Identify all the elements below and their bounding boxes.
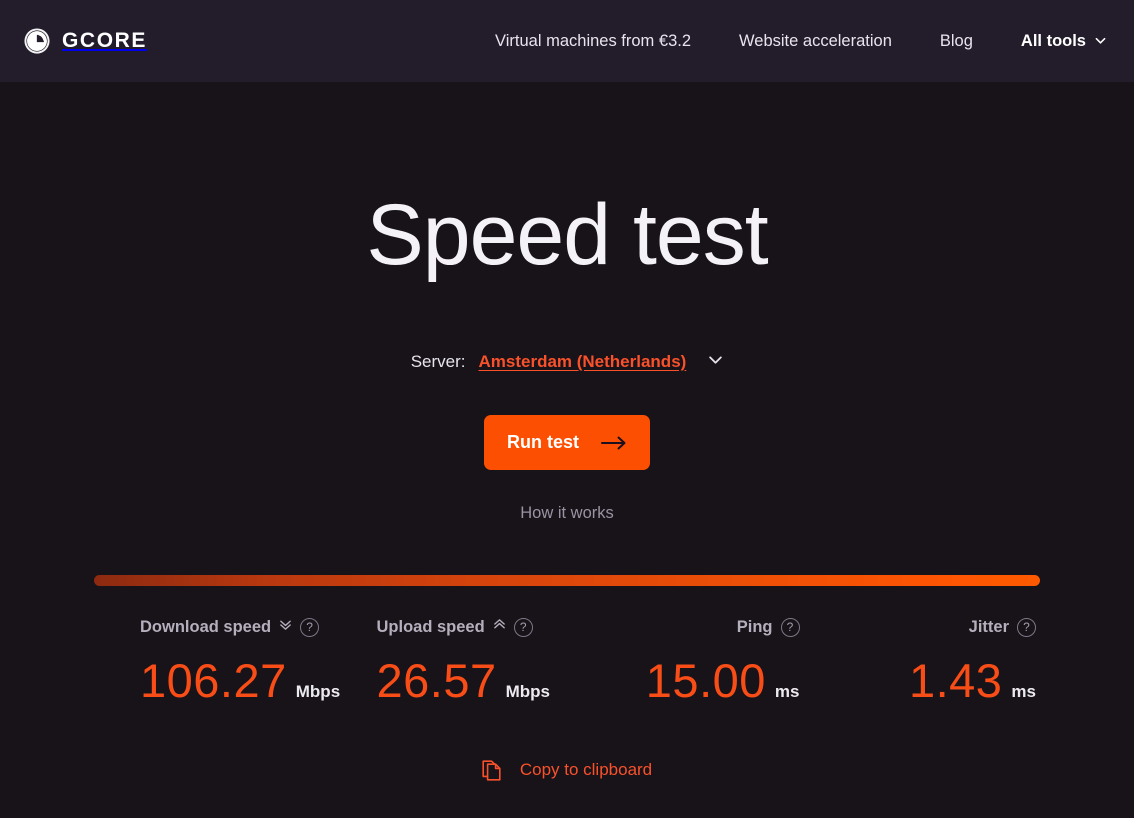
metric-download-label: Download speed bbox=[140, 617, 272, 636]
server-selector-row: Server: Amsterdam (Netherlands) bbox=[0, 352, 1134, 372]
results-section: Download speed ? 106.27 Mbps Upload spee… bbox=[0, 575, 1134, 782]
metric-ping-value: 15.00 bbox=[645, 654, 766, 707]
copy-document-icon bbox=[482, 758, 504, 782]
metric-jitter-value-row: 1.43 ms bbox=[804, 657, 1041, 704]
how-it-works-link[interactable]: How it works bbox=[520, 504, 614, 523]
metric-upload: Upload speed ? 26.57 Mbps bbox=[331, 616, 568, 704]
metric-download-value: 106.27 bbox=[140, 654, 287, 707]
logo-wordmark: GCORE bbox=[62, 29, 148, 52]
metric-jitter-unit: ms bbox=[1011, 682, 1036, 701]
main-nav: Virtual machines from €3.2 Website accel… bbox=[495, 30, 1106, 52]
gcore-circle-g-logo-icon bbox=[22, 26, 52, 56]
hero-section: Speed test Server: Amsterdam (Netherland… bbox=[0, 82, 1134, 523]
metric-jitter-header: Jitter ? bbox=[804, 616, 1041, 638]
gcore-logo[interactable]: GCORE bbox=[22, 24, 147, 58]
metric-download-help-icon[interactable]: ? bbox=[300, 617, 320, 637]
metric-ping-header: Ping ? bbox=[567, 616, 804, 638]
all-tools-menu[interactable]: All tools bbox=[997, 32, 1106, 51]
run-test-button[interactable]: Run test bbox=[484, 415, 650, 470]
metric-ping-unit: ms bbox=[774, 682, 800, 701]
metric-ping-help-icon[interactable]: ? bbox=[780, 617, 800, 637]
metric-upload-unit: Mbps bbox=[505, 682, 551, 701]
metric-upload-header: Upload speed ? bbox=[331, 616, 568, 638]
metric-jitter-help-icon[interactable]: ? bbox=[1017, 617, 1036, 637]
double-chevron-down-icon bbox=[279, 618, 292, 636]
run-test-label: Run test bbox=[507, 432, 579, 452]
metric-jitter-value: 1.43 bbox=[908, 654, 1003, 707]
nav-blog[interactable]: Blog bbox=[916, 30, 997, 52]
nav-website-acceleration[interactable]: Website acceleration bbox=[715, 30, 916, 52]
metric-upload-help-icon[interactable]: ? bbox=[513, 617, 533, 637]
metrics-row: Download speed ? 106.27 Mbps Upload spee… bbox=[0, 616, 1134, 704]
nav-virtual-machines[interactable]: Virtual machines from €3.2 bbox=[495, 30, 715, 52]
metric-ping-label: Ping bbox=[736, 617, 773, 636]
server-dropdown[interactable]: Amsterdam (Netherlands) bbox=[478, 352, 723, 372]
metric-jitter-label: Jitter bbox=[968, 617, 1009, 636]
metric-ping-value-row: 15.00 ms bbox=[567, 657, 804, 704]
progress-wrapper bbox=[0, 575, 1134, 586]
metric-jitter: Jitter ? 1.43 ms bbox=[804, 616, 1041, 704]
metric-download-value-row: 106.27 Mbps bbox=[94, 654, 340, 707]
server-label: Server: bbox=[410, 352, 466, 371]
metric-upload-value-row: 26.57 Mbps bbox=[331, 657, 568, 704]
server-selected-value: Amsterdam (Netherlands) bbox=[478, 352, 687, 371]
chevron-down-icon bbox=[1095, 32, 1106, 51]
arrow-right-icon bbox=[601, 436, 627, 450]
site-header: GCORE Virtual machines from €3.2 Website… bbox=[0, 0, 1134, 82]
metric-download: Download speed ? 106.27 Mbps bbox=[94, 616, 340, 707]
double-chevron-up-icon bbox=[493, 618, 506, 636]
speed-progress-bar bbox=[94, 575, 1040, 586]
all-tools-label: All tools bbox=[1020, 31, 1086, 50]
copy-to-clipboard-label: Copy to clipboard bbox=[519, 760, 653, 779]
copy-to-clipboard-button[interactable]: Copy to clipboard bbox=[482, 758, 652, 782]
metric-upload-value: 26.57 bbox=[376, 654, 497, 707]
page-title: Speed test bbox=[366, 187, 768, 283]
metric-download-header: Download speed ? bbox=[94, 616, 331, 638]
metric-ping: Ping ? 15.00 ms bbox=[567, 616, 804, 704]
metric-upload-label: Upload speed bbox=[376, 617, 485, 636]
chevron-down-icon bbox=[708, 352, 723, 372]
